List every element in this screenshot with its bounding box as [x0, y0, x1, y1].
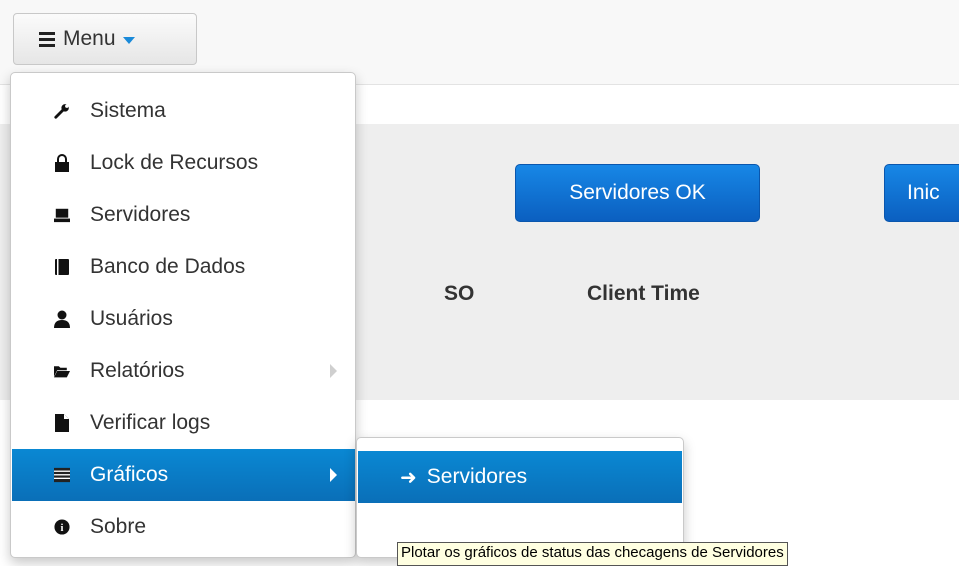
menu-item-label: Verificar logs — [90, 411, 211, 434]
menu-item-sobre[interactable]: i Sobre — [12, 501, 355, 553]
menu-dropdown-button[interactable]: Menu — [13, 13, 197, 65]
column-header-so: SO — [444, 282, 475, 305]
menu-item-sistema[interactable]: Sistema — [12, 85, 355, 137]
menu-item-label: Lock de Recursos — [90, 151, 259, 174]
menu-item-label: Relatórios — [90, 359, 185, 382]
inic-button[interactable]: Inic — [884, 164, 959, 222]
submenu-arrow-icon — [330, 364, 337, 378]
menu-item-label: Gráficos — [90, 463, 169, 486]
column-header-client-time: Client Time — [587, 282, 700, 305]
menu-item-label: Servidores — [90, 203, 191, 226]
caret-down-icon — [122, 37, 135, 44]
svg-text:i: i — [61, 523, 64, 534]
wrench-icon — [54, 101, 70, 121]
menu-item-label: Usuários — [90, 307, 173, 330]
lock-icon — [54, 153, 70, 173]
tooltip: Plotar os gráficos de status das checage… — [397, 542, 788, 566]
servidores-ok-button[interactable]: Servidores OK — [515, 164, 760, 222]
file-icon — [54, 413, 70, 433]
menu-item-usuarios[interactable]: Usuários — [12, 293, 355, 345]
submenu-item-label: Servidores — [426, 465, 528, 488]
graficos-submenu: ➜ Servidores — [356, 437, 684, 558]
menu-item-graficos[interactable]: Gráficos — [12, 449, 355, 501]
arrow-right-icon: ➜ — [400, 466, 417, 489]
menu-item-lock-de-recursos[interactable]: Lock de Recursos — [12, 137, 355, 189]
submenu-item-servidores[interactable]: ➜ Servidores — [358, 451, 682, 503]
list-icon — [39, 31, 55, 47]
menu-item-banco-de-dados[interactable]: Banco de Dados — [12, 241, 355, 293]
menu-button-label: Menu — [63, 27, 116, 50]
menu-item-relatorios[interactable]: Relatórios — [12, 345, 355, 397]
server-icon — [54, 205, 70, 225]
list-lines-icon — [54, 465, 70, 485]
menu-item-label: Banco de Dados — [90, 255, 246, 278]
menu-item-verificar-logs[interactable]: Verificar logs — [12, 397, 355, 449]
main-dropdown-menu: Sistema Lock de Recursos Servidores Banc… — [10, 72, 356, 558]
user-icon — [54, 309, 70, 329]
menu-item-label: Sistema — [90, 99, 166, 122]
book-icon — [54, 257, 70, 277]
submenu-arrow-icon — [330, 468, 337, 482]
menu-item-servidores[interactable]: Servidores — [12, 189, 355, 241]
folder-open-icon — [54, 361, 70, 381]
info-circle-icon: i — [54, 517, 70, 537]
menu-item-label: Sobre — [90, 515, 147, 538]
